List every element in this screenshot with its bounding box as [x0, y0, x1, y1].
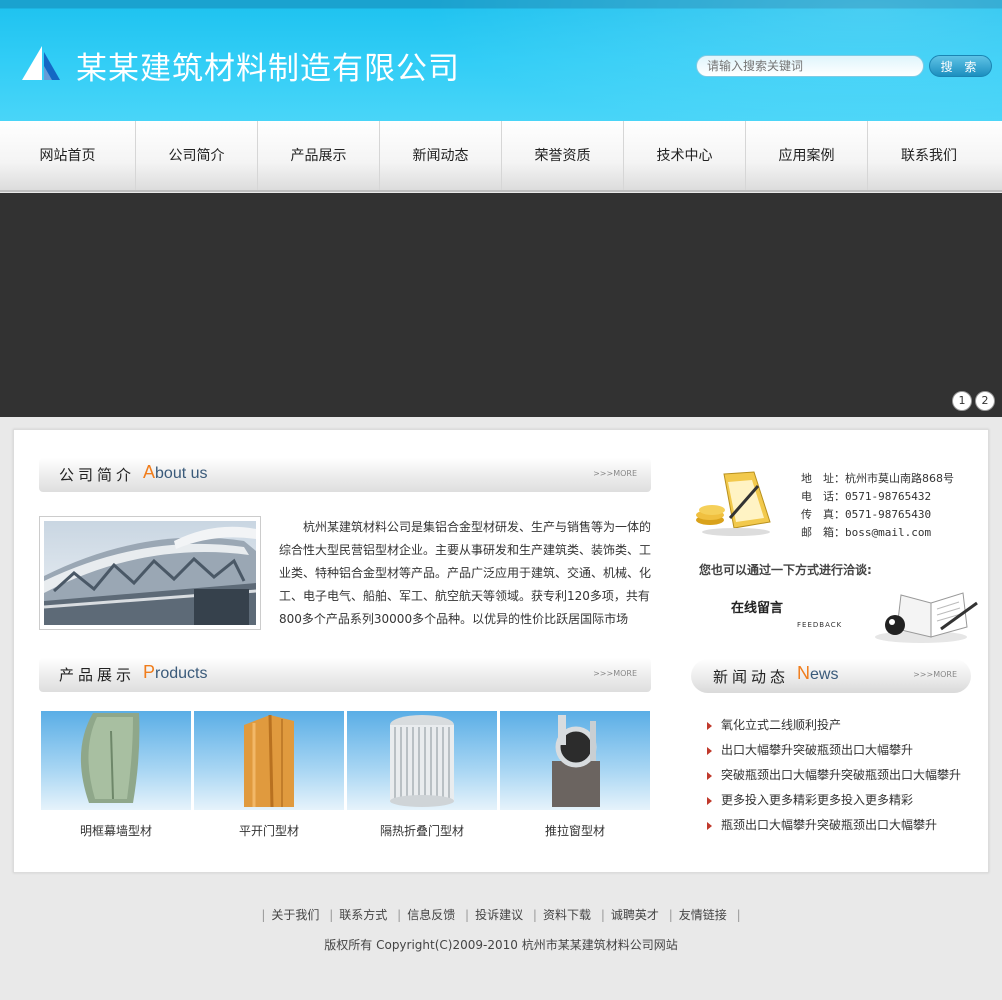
- news-item[interactable]: 瓶颈出口大幅攀升突破瓶颈出口大幅攀升: [707, 813, 961, 838]
- products-title-cn: 产品展示: [59, 666, 136, 684]
- copyright: 版权所有 Copyright(C)2009-2010 杭州市某某建筑材料公司网站: [324, 938, 678, 952]
- footer-link-downloads[interactable]: 资料下载: [543, 908, 591, 922]
- email-label: 邮 箱：: [801, 526, 845, 539]
- footer-link-contact[interactable]: 联系方式: [339, 908, 387, 922]
- products-more-link[interactable]: >>>MORE: [593, 669, 637, 678]
- nav-item-news[interactable]: 新闻动态: [380, 121, 502, 190]
- news-item[interactable]: 突破瓶颈出口大幅攀升突破瓶颈出口大幅攀升: [707, 763, 961, 788]
- search-button[interactable]: 搜 索: [929, 55, 992, 77]
- banner-slideshow: 1 2: [0, 193, 1002, 417]
- company-logo-icon: [22, 46, 60, 80]
- about-image: [39, 516, 261, 630]
- bullet-icon: [707, 722, 712, 730]
- about-title-en: About us: [143, 462, 208, 482]
- phone-label: 电 话：: [801, 490, 845, 503]
- site-header: 某某建筑材料制造有限公司 搜 索: [0, 0, 1002, 121]
- site-title: 某某建筑材料制造有限公司: [76, 51, 460, 87]
- product-name: 隔热折叠门型材: [379, 824, 464, 838]
- product-image: [500, 711, 650, 810]
- footer-link-about[interactable]: 关于我们: [271, 908, 319, 922]
- news-item[interactable]: 出口大幅攀升突破瓶颈出口大幅攀升: [707, 738, 961, 763]
- fax-label: 传 真：: [801, 508, 845, 521]
- fax-value: 0571-98765430: [845, 508, 932, 521]
- product-card[interactable]: 隔热折叠门型材: [347, 711, 497, 839]
- bullet-icon: [707, 772, 712, 780]
- product-name: 平开门型材: [238, 824, 299, 838]
- book-pen-icon: [875, 592, 978, 643]
- feedback-title-cn: 在线留言: [731, 601, 784, 616]
- product-name: 明框幕墙型材: [79, 824, 152, 838]
- feedback-title-en: FEEDBACK: [797, 621, 843, 629]
- banner-page-2[interactable]: 2: [975, 391, 995, 411]
- content-panel: 公司简介 About us >>>MORE 杭州某建筑材料公司是集铝合金型材研发…: [13, 429, 989, 873]
- footer-link-feedback[interactable]: 信息反馈: [407, 908, 455, 922]
- nav-item-contact[interactable]: 联系我们: [868, 121, 990, 190]
- search-box: [696, 55, 924, 77]
- product-card[interactable]: 推拉窗型材: [500, 711, 650, 839]
- address-value: 杭州市莫山南路868号: [845, 472, 954, 485]
- building-image: [43, 521, 257, 625]
- product-card[interactable]: 平开门型材: [194, 711, 344, 839]
- news-title-en: News: [797, 663, 839, 683]
- email-value[interactable]: boss@mail.com: [845, 526, 931, 539]
- nav-item-products[interactable]: 产品展示: [258, 121, 380, 190]
- address-label: 地 址：: [801, 472, 845, 485]
- about-more-link[interactable]: >>>MORE: [593, 469, 637, 478]
- product-image: [41, 711, 191, 810]
- search-input[interactable]: [707, 56, 907, 76]
- about-description: 杭州某建筑材料公司是集铝合金型材研发、生产与销售等为一体的综合性大型民营铝型材企…: [279, 520, 652, 626]
- nav-item-tech[interactable]: 技术中心: [624, 121, 746, 190]
- bullet-icon: [707, 747, 712, 755]
- news-item[interactable]: 氧化立式二线顺利投产: [707, 713, 961, 738]
- about-section-header: 公司简介 About us >>>MORE: [39, 458, 651, 492]
- product-image: [194, 711, 344, 810]
- phone-value: 0571-98765432: [845, 490, 932, 503]
- banner-page-1[interactable]: 1: [952, 391, 972, 411]
- nav-item-about[interactable]: 公司简介: [136, 121, 258, 190]
- footer-link-friends[interactable]: 友情链接: [679, 908, 727, 922]
- product-card[interactable]: 明框幕墙型材: [41, 711, 191, 839]
- news-list: 氧化立式二线顺利投产 出口大幅攀升突破瓶颈出口大幅攀升 突破瓶颈出口大幅攀升突破…: [707, 713, 961, 838]
- about-title-cn: 公司简介: [59, 466, 136, 484]
- footer-link-careers[interactable]: 诚聘英才: [611, 908, 659, 922]
- news-section-header: 新闻动态 News >>>MORE: [691, 659, 971, 693]
- footer-links: | 关于我们 | 联系方式 | 信息反馈 | 投诉建议 | 资料下载 | 诚聘英才 | 友情链…: [261, 908, 741, 922]
- news-title-cn: 新闻动态: [713, 668, 790, 686]
- footer-link-complaints[interactable]: 投诉建议: [475, 908, 523, 922]
- nav-item-cases[interactable]: 应用案例: [746, 121, 868, 190]
- products-section-header: 产品展示 Products >>>MORE: [39, 658, 651, 692]
- contact-info: 地 址：杭州市莫山南路868号 电 话：0571-98765432 传 真：05…: [801, 470, 954, 542]
- product-name: 推拉窗型材: [544, 824, 605, 838]
- bullet-icon: [707, 797, 712, 805]
- nav-item-home[interactable]: 网站首页: [0, 121, 136, 190]
- contact-coins-icon: [696, 471, 771, 536]
- main-nav: 网站首页 公司简介 产品展示 新闻动态 荣誉资质 技术中心 应用案例 联系我们: [0, 121, 1002, 192]
- contact-note: 您也可以通过一下方式进行洽谈:: [699, 563, 872, 577]
- feedback-link[interactable]: 在线留言 FEEDBACK: [699, 585, 979, 645]
- news-more-link[interactable]: >>>MORE: [913, 670, 957, 679]
- product-image: [347, 711, 497, 810]
- news-item[interactable]: 更多投入更多精彩更多投入更多精彩: [707, 788, 961, 813]
- nav-item-honors[interactable]: 荣誉资质: [502, 121, 624, 190]
- bullet-icon: [707, 822, 712, 830]
- products-title-en: Products: [143, 662, 208, 682]
